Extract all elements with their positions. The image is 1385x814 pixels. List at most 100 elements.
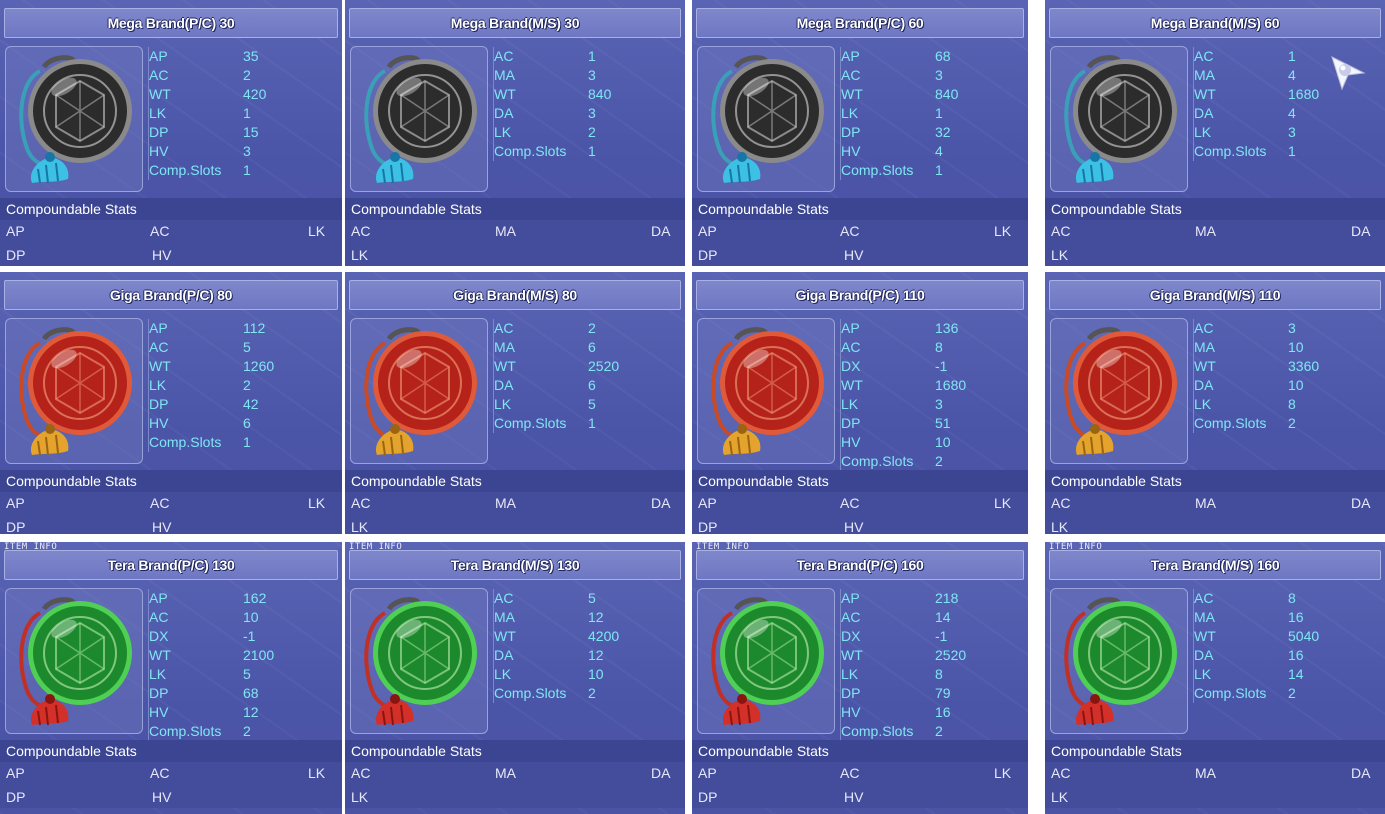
stat-name: MA <box>494 67 515 83</box>
title-bar[interactable]: Giga Brand(P/C) 80 <box>4 280 338 310</box>
stat-name: LK <box>149 105 167 121</box>
compound-stat: AP <box>6 495 25 511</box>
compoundable-stats-header: Compoundable Stats <box>345 740 685 762</box>
stats-list: AP 112 AC 5 WT 1260 LK 2 DP 42 HV 6 Comp… <box>148 319 339 452</box>
compoundable-stats-grid: AC MA DA LK <box>1045 220 1385 266</box>
stat-value: 3 <box>243 143 251 159</box>
stat-value: 10 <box>935 434 951 450</box>
stat-row: AP 35 <box>149 47 339 66</box>
item-icon-frame <box>1050 46 1188 192</box>
compound-stat: LK <box>994 765 1012 781</box>
stat-value: 12 <box>243 704 259 720</box>
title-bar[interactable]: Tera Brand(P/C) 130 <box>4 550 338 580</box>
stat-value: 136 <box>935 320 959 336</box>
stat-name: WT <box>1194 86 1216 102</box>
compoundable-stats-grid: AC MA DA LK <box>1045 762 1385 808</box>
stat-name: Comp.Slots <box>494 143 567 159</box>
stat-value: 42 <box>243 396 259 412</box>
stat-name: LK <box>494 666 512 682</box>
compound-stat: LK <box>308 223 326 239</box>
stat-row: DA 12 <box>494 646 684 665</box>
title-bar[interactable]: Mega Brand(P/C) 60 <box>696 8 1024 38</box>
compound-stat: DA <box>651 495 671 511</box>
stat-value: 420 <box>243 86 267 102</box>
stat-value: 68 <box>243 685 259 701</box>
stat-row: LK 5 <box>149 665 339 684</box>
compound-stat: DA <box>1351 223 1371 239</box>
stat-value: 3 <box>935 396 943 412</box>
stat-row: HV 12 <box>149 703 339 722</box>
item-icon-frame <box>5 46 143 192</box>
stat-value: 10 <box>1288 339 1304 355</box>
stat-row: WT 2100 <box>149 646 339 665</box>
compound-stat: AC <box>1051 495 1071 511</box>
stat-name: WT <box>841 377 863 393</box>
title-bar[interactable]: Tera Brand(M/S) 160 <box>1049 550 1381 580</box>
stat-name: Comp.Slots <box>841 453 914 469</box>
stat-row: Comp.Slots 1 <box>149 161 339 180</box>
stat-value: 79 <box>935 685 951 701</box>
stat-name: Comp.Slots <box>149 434 222 450</box>
stat-name: HV <box>149 143 169 159</box>
stat-value: 15 <box>243 124 259 140</box>
stat-name: Comp.Slots <box>841 162 914 178</box>
stats-list: AP 136 AC 8 DX -1 WT 1680 LK 3 DP 51 HV … <box>840 319 1028 471</box>
stat-row: DA 6 <box>494 376 684 395</box>
stat-row: Comp.Slots 1 <box>149 433 339 452</box>
stat-value: 2520 <box>588 358 620 374</box>
stat-row: DX -1 <box>841 357 1028 376</box>
item-title: Giga Brand(P/C) 80 <box>109 287 233 303</box>
title-bar[interactable]: Giga Brand(M/S) 110 <box>1049 280 1381 310</box>
title-bar[interactable]: Tera Brand(P/C) 160 <box>696 550 1024 580</box>
stat-name: HV <box>841 704 861 720</box>
title-bar[interactable]: Mega Brand(M/S) 30 <box>349 8 681 38</box>
stat-value: 3 <box>935 67 943 83</box>
stat-value: 16 <box>935 704 951 720</box>
item-info-panel: Mega Brand(M/S) 60 AC 1 MA 4 WT 1680 DA … <box>1045 0 1385 266</box>
stat-row: Comp.Slots 2 <box>841 722 1028 741</box>
title-bar[interactable]: Giga Brand(M/S) 80 <box>349 280 681 310</box>
stat-row: Comp.Slots 2 <box>1194 684 1384 703</box>
compound-stat: AP <box>6 223 25 239</box>
title-bar[interactable]: Giga Brand(P/C) 110 <box>696 280 1024 310</box>
stats-list: AP 35 AC 2 WT 420 LK 1 DP 15 HV 3 Comp.S… <box>148 47 339 180</box>
stats-list: AP 68 AC 3 WT 840 LK 1 DP 32 HV 4 Comp.S… <box>840 47 1028 180</box>
compoundable-stats-header: Compoundable Stats <box>1045 470 1385 492</box>
stat-value: 5 <box>243 339 251 355</box>
compound-stat: DP <box>6 519 26 534</box>
item-title: Mega Brand(P/C) 30 <box>107 15 235 31</box>
stat-name: AP <box>841 590 860 606</box>
title-bar[interactable]: Mega Brand(P/C) 30 <box>4 8 338 38</box>
stat-name: AC <box>494 320 514 336</box>
stat-name: HV <box>149 704 169 720</box>
stat-value: 2 <box>243 67 251 83</box>
compound-stat: DP <box>698 519 718 534</box>
stat-name: AC <box>149 339 169 355</box>
stat-value: 2 <box>1288 415 1296 431</box>
stat-row: LK 5 <box>494 395 684 414</box>
stat-name: MA <box>1194 339 1215 355</box>
stat-value: 1 <box>1288 143 1296 159</box>
stat-value: 4200 <box>588 628 620 644</box>
compound-stat: AC <box>351 495 371 511</box>
item-info-panel: ITEM INFO Tera Brand(P/C) 160 AP 218 AC … <box>692 542 1028 814</box>
stat-row: AP 68 <box>841 47 1028 66</box>
stat-row: Comp.Slots 2 <box>841 452 1028 471</box>
title-bar[interactable]: Mega Brand(M/S) 60 <box>1049 8 1381 38</box>
stat-name: HV <box>841 143 861 159</box>
compound-stat: MA <box>1195 495 1216 511</box>
stat-value: 14 <box>935 609 951 625</box>
compound-stat: HV <box>844 789 864 805</box>
stat-row: Comp.Slots 2 <box>494 684 684 703</box>
stat-row: LK 14 <box>1194 665 1384 684</box>
title-bar[interactable]: Tera Brand(M/S) 130 <box>349 550 681 580</box>
stat-name: AC <box>841 609 861 625</box>
stat-value: 2 <box>243 377 251 393</box>
stat-value: 6 <box>588 377 596 393</box>
stat-value: 2 <box>588 685 596 701</box>
compoundable-stats-header: Compoundable Stats <box>692 740 1028 762</box>
stat-row: DP 32 <box>841 123 1028 142</box>
stat-name: AP <box>149 590 168 606</box>
compound-stat: MA <box>1195 223 1216 239</box>
stat-value: 2 <box>243 723 251 739</box>
